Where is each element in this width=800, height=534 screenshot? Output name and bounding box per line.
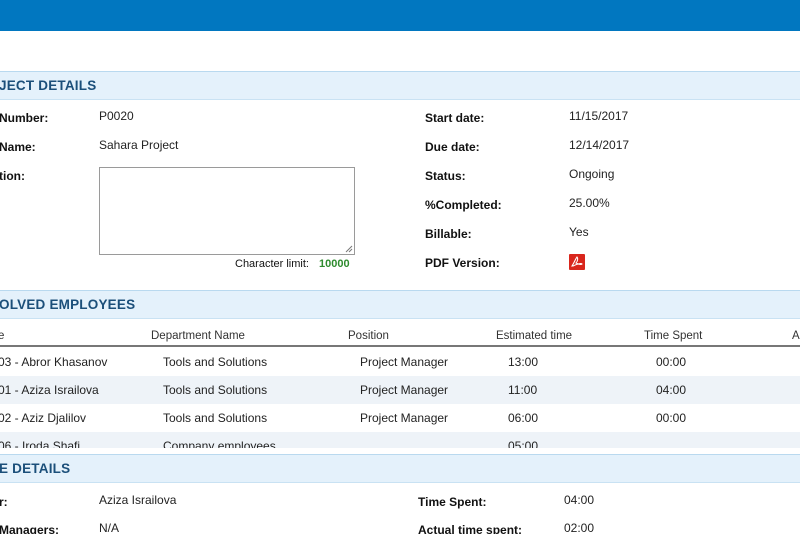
billable-value: Yes <box>569 225 589 239</box>
actual-time-value: 02:00 <box>564 521 595 534</box>
start-date-value: 11/15/2017 <box>569 109 629 123</box>
table-row[interactable]: 06 - Iroda Shafi Company employees 05:00 <box>0 432 800 448</box>
col-employee-header[interactable]: e <box>0 330 4 342</box>
employee-position: Project Manager <box>360 383 449 397</box>
due-date-label: Due date: <box>425 140 480 154</box>
status-label: Status: <box>425 169 466 183</box>
employees-header: OLVED EMPLOYEES <box>0 290 800 319</box>
project-number-value: P0020 <box>99 109 134 123</box>
project-details-header: JECT DETAILS <box>0 71 800 100</box>
project-name-value: Sahara Project <box>99 138 179 152</box>
managers-label: Managers: <box>0 523 60 534</box>
col-time-spent-header[interactable]: Time Spent <box>644 330 702 342</box>
employee-position: Project Manager <box>360 411 449 425</box>
pdf-version-label: PDF Version: <box>425 256 500 270</box>
actual-time-label: Actual time spent: <box>418 523 523 534</box>
employee-name: 01 - Aziza Israilova <box>0 383 99 397</box>
status-value: Ongoing <box>569 167 615 181</box>
employee-department: Company employees <box>163 439 276 448</box>
employee-spent: 00:00 <box>656 411 687 425</box>
project-details-title: JECT DETAILS <box>0 78 97 93</box>
description-label: tion: <box>0 169 25 183</box>
employee-estimated: 05:00 <box>508 439 539 448</box>
employee-spent: 00:00 <box>656 355 687 369</box>
col-department-header[interactable]: Department Name <box>151 330 245 342</box>
char-limit-label: Character limit: <box>235 258 309 270</box>
due-date-value: 12/14/2017 <box>569 138 630 152</box>
employee-name: 06 - Iroda Shafi <box>0 439 81 448</box>
employees-table-header: e Department Name Position Estimated tim… <box>0 327 800 347</box>
col-estimated-header[interactable]: Estimated time <box>496 330 572 342</box>
table-row[interactable]: 01 - Aziza Israilova Tools and Solutions… <box>0 376 800 404</box>
responsible-label: r: <box>0 495 8 509</box>
pdf-icon[interactable] <box>569 254 585 270</box>
time-details-header: E DETAILS <box>0 454 800 483</box>
time-details-title: E DETAILS <box>0 461 71 476</box>
billable-label: Billable: <box>425 227 472 241</box>
employee-department: Tools and Solutions <box>163 355 268 369</box>
employee-estimated: 11:00 <box>508 383 538 397</box>
completed-value: 25.00% <box>569 196 610 210</box>
time-spent-value: 04:00 <box>564 493 595 507</box>
employee-estimated: 06:00 <box>508 411 539 425</box>
description-textarea[interactable] <box>99 167 355 255</box>
managers-value: N/A <box>99 521 120 534</box>
completed-label: %Completed: <box>425 198 502 212</box>
project-number-label: Number: <box>0 111 49 125</box>
time-spent-label: Time Spent: <box>418 495 487 509</box>
start-date-label: Start date: <box>425 111 485 125</box>
employee-name: 03 - Abror Khasanov <box>0 355 108 369</box>
top-bar <box>0 0 800 31</box>
employee-position: Project Manager <box>360 355 449 369</box>
project-name-label: Name: <box>0 140 36 154</box>
employee-estimated: 13:00 <box>508 355 539 369</box>
employee-name: 02 - Aziz Djalilov <box>0 411 87 425</box>
responsible-value: Aziza Israilova <box>99 493 177 507</box>
table-row[interactable]: 02 - Aziz Djalilov Tools and Solutions P… <box>0 404 800 432</box>
employees-table-body: 03 - Abror Khasanov Tools and Solutions … <box>0 348 800 448</box>
employee-department: Tools and Solutions <box>163 383 268 397</box>
char-limit-value: 10000 <box>319 258 350 270</box>
table-row[interactable]: 03 - Abror Khasanov Tools and Solutions … <box>0 348 800 376</box>
employee-spent: 04:00 <box>656 383 687 397</box>
col-a-header[interactable]: A <box>792 330 800 342</box>
col-position-header[interactable]: Position <box>348 330 389 342</box>
employees-title: OLVED EMPLOYEES <box>0 297 136 312</box>
resize-grip-icon[interactable] <box>345 245 353 253</box>
employee-department: Tools and Solutions <box>163 411 268 425</box>
